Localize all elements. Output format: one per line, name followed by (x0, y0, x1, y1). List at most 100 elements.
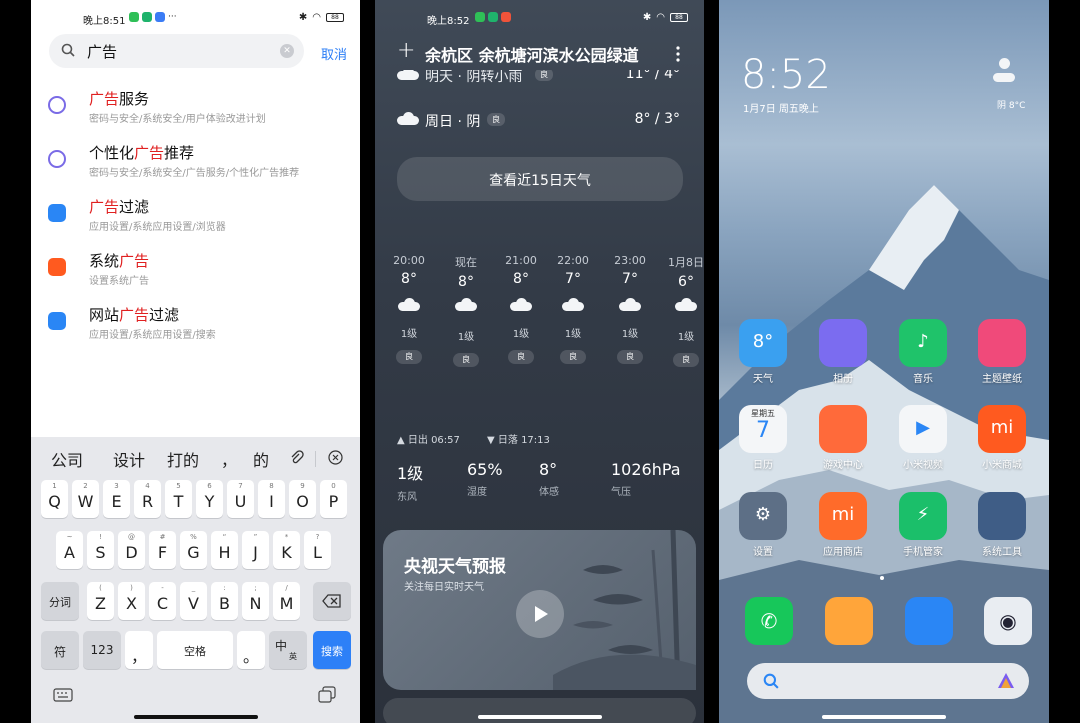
key-i[interactable]: 8I (258, 480, 285, 518)
app-tile: ♪ (899, 319, 947, 367)
app-icon-0[interactable]: 8° 天气 (733, 319, 793, 385)
app-tile (978, 319, 1026, 367)
key-z[interactable]: (Z (87, 582, 114, 620)
sunrise-icon: ▲ (397, 435, 405, 446)
app-tile: mi (819, 492, 867, 540)
clear-icon[interactable]: ✕ (280, 44, 294, 58)
dock-app-messages[interactable] (825, 597, 873, 645)
key-f[interactable]: # F (149, 531, 176, 569)
comma-key[interactable]: ， (125, 631, 153, 669)
key-l[interactable]: ? L (304, 531, 331, 569)
forecast-row-tomorrow[interactable]: 明天 · 阴转小雨 良 11° / 4° (375, 70, 704, 84)
candidate-word[interactable]: 设计 (113, 447, 145, 471)
search-result-item[interactable]: 个性化广告推荐 密码与安全/系统安全/广告服务/个性化广告推荐 (31, 142, 360, 196)
fenci-key[interactable]: 分词 (41, 582, 79, 620)
key-j[interactable]: ” J (242, 531, 269, 569)
app-tile: mi (978, 405, 1026, 453)
key-w[interactable]: 2W (72, 480, 99, 518)
app-icon-8[interactable]: ⚙ 设置 (733, 492, 793, 558)
search-result-item[interactable]: 广告服务 密码与安全/系统安全/用户体验改进计划 (31, 88, 360, 142)
assistant-icon[interactable] (997, 672, 1015, 690)
hour-column: 20:00 8° 1级良 (391, 254, 427, 364)
cloud-icon (397, 70, 419, 80)
home-indicator (133, 715, 258, 719)
candidate-word[interactable]: 公司 (51, 447, 83, 471)
search-bar[interactable]: 广告 ✕ (49, 34, 304, 68)
key-r[interactable]: 4R (134, 480, 161, 518)
search-app-icon (48, 312, 66, 330)
backspace-key[interactable] (313, 582, 351, 620)
weather-widget[interactable]: 阴 8°C (993, 58, 1033, 111)
app-icon-10[interactable]: ⚡ 手机管家 (893, 492, 953, 558)
play-button[interactable] (516, 590, 564, 638)
key-a[interactable]: ~ A (56, 531, 83, 569)
app-icon-2[interactable]: ♪ 音乐 (893, 319, 953, 385)
candidate-word[interactable]: 打的 (167, 447, 199, 471)
search-result-item[interactable]: 网站广告过滤 应用设置/系统应用设置/搜索 (31, 304, 360, 358)
symbol-key[interactable]: 符 (41, 631, 79, 669)
search-result-item[interactable]: 广告过滤 应用设置/系统应用设置/浏览器 (31, 196, 360, 250)
key-n[interactable]: ; N (242, 582, 269, 620)
key-y[interactable]: 6Y (196, 480, 223, 518)
cctv-weather-card[interactable]: 央视天气预报 关注每日实时天气 (383, 530, 696, 690)
key-p[interactable]: 0P (320, 480, 347, 518)
app-icon-5[interactable]: 游戏中心 (813, 405, 873, 471)
clipboard-icon[interactable] (318, 686, 336, 703)
key-v[interactable]: _ V (180, 582, 207, 620)
key-s[interactable]: ! S (87, 531, 114, 569)
fingerprint-icon (48, 96, 66, 114)
period-key[interactable]: 。 (237, 631, 265, 669)
result-title: 广告过滤 (89, 198, 150, 216)
candidate-word[interactable]: ， (221, 447, 237, 471)
settings-search-screen: 晚上8:51 ··· ✱ ◠ 88 广告 ✕ 取消 广告服务 密码与安全/系统安全… (31, 0, 360, 723)
key-b[interactable]: :B (211, 582, 238, 620)
app-icon-3[interactable]: 主题壁纸 (972, 319, 1032, 385)
clock-time: 8:52 (741, 52, 831, 98)
number-key[interactable]: 123 (83, 631, 121, 669)
search-key[interactable]: 搜索 (313, 631, 351, 669)
space-key[interactable]: 空格 (157, 631, 233, 669)
cloud-icon (455, 298, 477, 311)
app-icon-11[interactable]: 系统工具 (972, 492, 1032, 558)
language-switch-key[interactable]: 中 英 (269, 631, 307, 669)
key-m[interactable]: / M (273, 582, 300, 620)
key-u[interactable]: 7U (227, 480, 254, 518)
app-icon-6[interactable]: ▶ 小米视频 (893, 405, 953, 471)
view-15-day-button[interactable]: 查看近15日天气 (397, 157, 683, 201)
app-icon-1[interactable]: 相册 (813, 319, 873, 385)
forecast-row-sunday[interactable]: 周日 · 阴 良 8° / 3° (375, 108, 704, 132)
weather-stat: 65% 湿度 (467, 460, 503, 498)
aq-badge: 良 (535, 70, 553, 81)
key-k[interactable]: * K (273, 531, 300, 569)
keyboard-icon[interactable] (53, 688, 73, 702)
fingerprint-icon (48, 150, 66, 168)
search-input[interactable]: 广告 (87, 41, 117, 62)
candidate-word[interactable]: 的 (253, 447, 269, 471)
cancel-button[interactable]: 取消 (321, 44, 347, 63)
dock-app-phone[interactable]: ✆ (745, 597, 793, 645)
dock-app-browser[interactable] (905, 597, 953, 645)
hour-column: 23:00 7° 1级良 (612, 254, 648, 364)
notification-icons: ··· (129, 12, 177, 22)
key-e[interactable]: 3E (103, 480, 130, 518)
key-g[interactable]: % G (180, 531, 207, 569)
status-right-icons: ✱ ◠ 88 (299, 12, 344, 23)
more-icon[interactable] (676, 46, 680, 62)
key-d[interactable]: @ D (118, 531, 145, 569)
key-h[interactable]: “H (211, 531, 238, 569)
dock-app-camera[interactable]: ◉ (984, 597, 1032, 645)
app-icon-9[interactable]: mi 应用商店 (813, 492, 873, 558)
clip-icon[interactable] (289, 450, 305, 466)
search-result-item[interactable]: 系统广告 设置系统广告 (31, 250, 360, 304)
key-c[interactable]: -C (149, 582, 176, 620)
key-t[interactable]: 5T (165, 480, 192, 518)
cloud-icon (993, 58, 1029, 82)
add-city-icon[interactable]: + (397, 38, 415, 63)
app-icon-4[interactable]: 星期五 7 日历 (733, 405, 793, 471)
collapse-candidates-icon[interactable] (328, 450, 343, 465)
app-icon-7[interactable]: mi 小米商城 (972, 405, 1032, 471)
key-o[interactable]: 9O (289, 480, 316, 518)
key-x[interactable]: ) X (118, 582, 145, 620)
home-search-bar[interactable] (747, 663, 1029, 699)
key-q[interactable]: 1Q (41, 480, 68, 518)
